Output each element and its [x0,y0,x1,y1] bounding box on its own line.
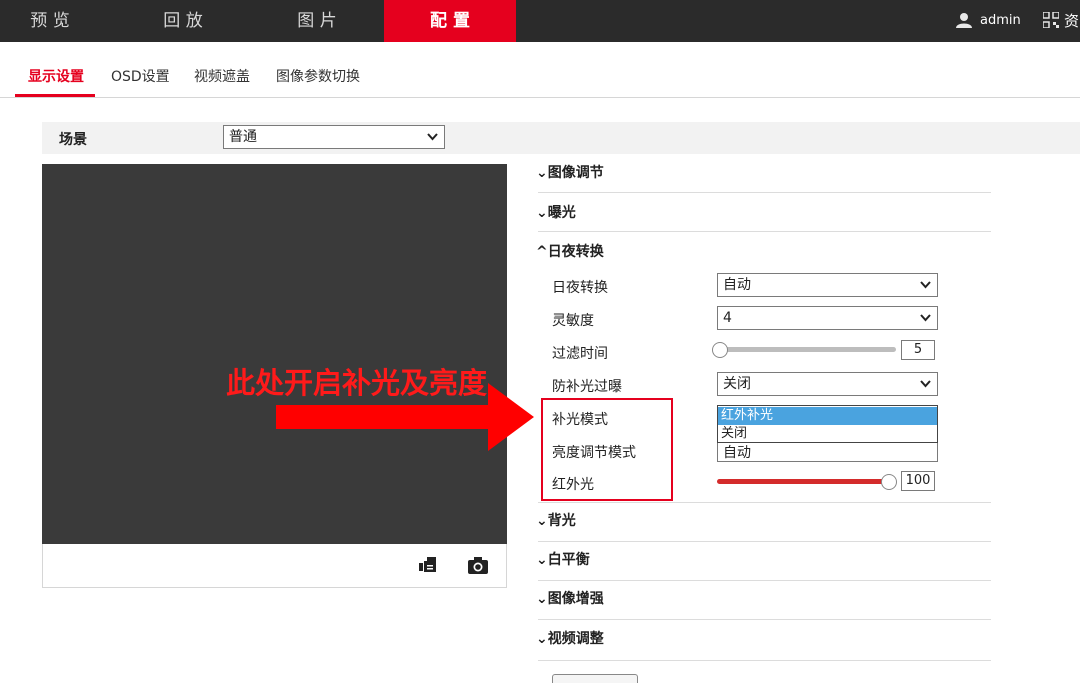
ir-light-input[interactable]: 100 [901,471,935,491]
sub-tab-bar: 显示设置 OSD设置 视频遮盖 图像参数切换 [0,42,1080,98]
scene-select-value: 普通 [229,129,257,145]
sensitivity-value: 4 [723,310,732,326]
filter-time-input[interactable]: 5 [901,340,935,360]
section-white-balance-label: 白平衡 [547,552,590,568]
preview-toolbar [42,544,507,588]
section-image-enhance-label: 图像增强 [547,591,604,607]
scene-bar [42,122,1080,154]
divider [538,231,991,232]
day-night-switch-value: 自动 [723,277,751,293]
divider [538,502,991,503]
divider [538,660,991,661]
sensitivity-select[interactable]: 4 [717,306,938,330]
qr-code-icon[interactable] [1043,12,1059,28]
nav-tab-playback[interactable]: 回 放 [118,0,248,42]
ir-light-slider-track[interactable] [717,479,889,484]
nav-tab-preview[interactable]: 预 览 [0,0,100,42]
anti-overexposure-label: 防补光过曝 [552,379,622,395]
save-button[interactable] [552,674,638,683]
dropdown-option-off[interactable]: 关闭 [718,425,937,443]
annotation-arrow-icon [276,383,534,451]
subtab-display-settings[interactable]: 显示设置 [28,66,84,86]
user-icon [956,13,972,28]
section-image-adjust-label: 图像调节 [547,165,604,181]
active-tab-underline [15,94,95,97]
dropdown-option-ir-fill[interactable]: 红外补光 [718,407,937,425]
chevron-down-icon [920,380,931,388]
subtab-osd-settings[interactable]: OSD设置 [111,66,170,86]
scene-select[interactable]: 普通 [223,125,445,149]
section-white-balance[interactable]: ⌄白平衡 [536,549,590,569]
section-video-adjust-label: 视频调整 [547,631,604,647]
section-day-night[interactable]: ^日夜转换 [536,241,604,261]
filter-time-slider-handle[interactable] [712,342,728,358]
day-night-switch-select[interactable]: 自动 [717,273,938,297]
section-image-enhance[interactable]: ⌄图像增强 [536,588,604,608]
section-image-adjust[interactable]: ⌄图像调节 [536,162,604,182]
anti-overexposure-select[interactable]: 关闭 [717,372,938,396]
username-link[interactable]: admin [980,0,1021,42]
record-icon[interactable] [418,555,440,575]
video-preview[interactable] [42,164,507,544]
nav-tab-picture[interactable]: 图 片 [252,0,382,42]
chevron-down-icon [920,314,931,322]
chevron-down-icon [920,281,931,289]
filter-time-slider-track[interactable] [720,347,896,352]
section-exposure-label: 曝光 [547,205,576,221]
nav-more-text[interactable]: 资 [1064,0,1079,42]
anti-overexposure-value: 关闭 [723,376,751,392]
camera-snapshot-icon[interactable] [467,555,489,575]
annotation-highlight-box [541,398,673,501]
nav-tab-configuration[interactable]: 配 置 [384,0,516,42]
divider [538,619,991,620]
section-video-adjust[interactable]: ⌄视频调整 [536,628,604,648]
day-night-switch-label: 日夜转换 [552,280,608,296]
section-day-night-label: 日夜转换 [547,244,604,260]
brightness-mode-value: 自动 [723,445,751,461]
section-exposure[interactable]: ⌄曝光 [536,202,576,222]
divider [538,541,991,542]
subtab-video-mask[interactable]: 视频遮盖 [194,66,250,86]
divider [538,580,991,581]
section-backlight-label: 背光 [547,513,576,529]
ir-light-slider-handle[interactable] [881,474,897,490]
subtab-image-param-switch[interactable]: 图像参数切换 [276,66,360,86]
sensitivity-label: 灵敏度 [552,313,594,329]
chevron-down-icon [427,133,438,141]
section-backlight[interactable]: ⌄背光 [536,510,576,530]
fill-light-mode-dropdown[interactable]: 红外补光 关闭 [717,405,938,443]
filter-time-label: 过滤时间 [552,346,608,362]
divider [538,192,991,193]
top-nav-bar: 预 览 回 放 图 片 配 置 admin 资 [0,0,1080,42]
scene-label: 场景 [59,132,87,148]
